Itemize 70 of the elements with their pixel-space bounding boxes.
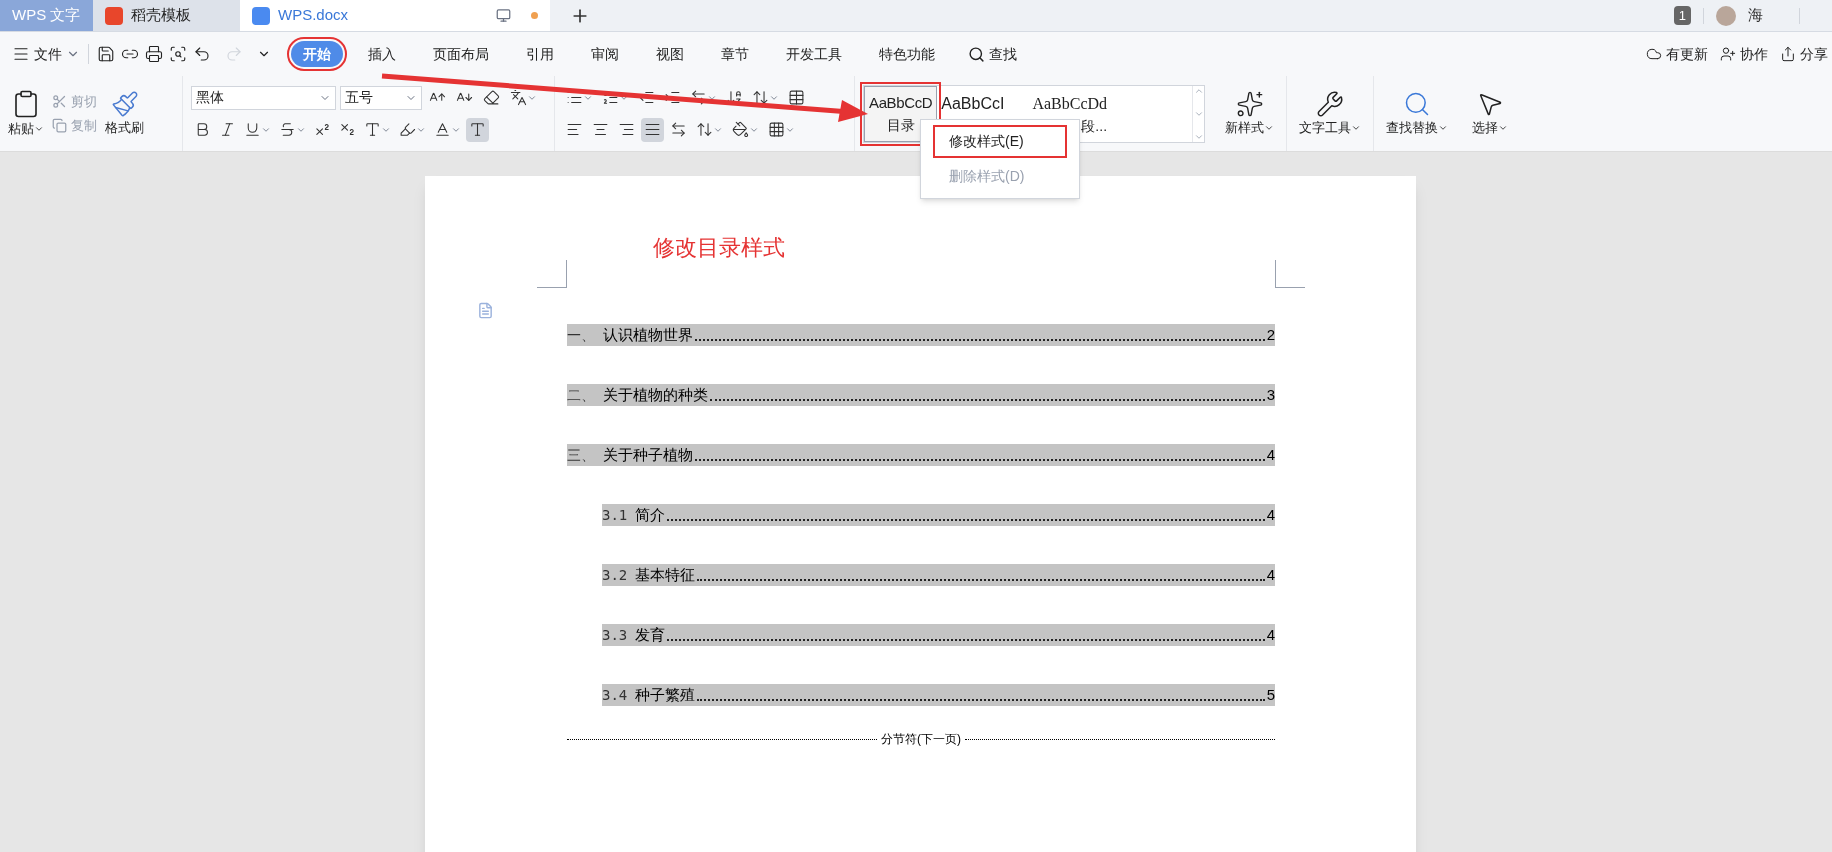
- toc-number: 一、: [567, 326, 595, 345]
- ribbon-tab[interactable]: 开发工具: [774, 41, 854, 67]
- find-button[interactable]: 查找: [968, 43, 1017, 65]
- paste-button[interactable]: 粘贴: [8, 88, 44, 139]
- toc-entry-title: 关于种子植物: [603, 444, 693, 465]
- toc-entry-title: 发育: [635, 624, 666, 645]
- new-style-button[interactable]: 新样式: [1213, 76, 1287, 151]
- document-heading: 修改目录样式: [653, 234, 786, 262]
- toc-page-number: 3: [1266, 384, 1275, 405]
- toc-entry-title: 种子繁殖: [635, 684, 696, 705]
- toc-page-number: 4: [1266, 624, 1275, 645]
- add-user-icon: [1720, 46, 1736, 62]
- print-icon[interactable]: [145, 45, 163, 63]
- save-icon[interactable]: [97, 45, 115, 63]
- action-button[interactable]: 分享: [1780, 43, 1828, 65]
- cloud-icon: [1646, 46, 1662, 62]
- margin-corner-mark: [537, 260, 567, 288]
- font-size-dropdown[interactable]: 五号: [340, 85, 422, 110]
- ribbon-tab[interactable]: 引用: [514, 41, 566, 67]
- share-icon: [1780, 46, 1796, 62]
- font-name-dropdown[interactable]: 黑体: [191, 85, 336, 110]
- ribbon-tab[interactable]: 章节: [709, 41, 761, 67]
- gallery-scrollbar[interactable]: [1192, 85, 1204, 142]
- scissors-icon: [52, 94, 67, 110]
- ribbon-tab[interactable]: 插入: [356, 41, 408, 67]
- character-shading-icon[interactable]: [466, 117, 489, 142]
- print-preview-icon[interactable]: [169, 45, 187, 63]
- flame-logo-icon: [105, 6, 123, 25]
- wrench-icon: [1316, 89, 1344, 118]
- margin-corner-mark: [1275, 260, 1305, 288]
- toc-number: 3.2: [602, 566, 628, 585]
- sparkle-icon: [1235, 89, 1264, 118]
- toc-entry-title: 基本特征: [635, 564, 696, 585]
- ribbon-tab[interactable]: 页面布局: [421, 41, 501, 67]
- toc-page-number: 4: [1266, 444, 1275, 465]
- tool-button[interactable]: 查找替换: [1374, 76, 1460, 151]
- notification-badge: 1: [1673, 5, 1691, 26]
- ribbon-tab[interactable]: 视图: [644, 41, 696, 67]
- toc-number: 三、: [567, 446, 595, 465]
- tool-button[interactable]: 文字工具: [1287, 76, 1374, 151]
- toc-page-number: 4: [1266, 564, 1275, 585]
- undo-icon[interactable]: [193, 45, 211, 63]
- section-break-label: 分节符(下一页): [880, 731, 962, 748]
- toc-page-number: 2: [1266, 324, 1275, 345]
- user-name: 海: [1748, 5, 1763, 26]
- toc-page-number: 4: [1266, 504, 1275, 525]
- toc-number: 3.1: [602, 506, 628, 525]
- title-tab[interactable]: 稻壳模板: [93, 0, 240, 31]
- toc-number: 二、: [567, 386, 595, 405]
- justify-icon[interactable]: [641, 117, 664, 142]
- toc-page-number: 5: [1266, 684, 1275, 705]
- ribbon-tab[interactable]: 审阅: [579, 41, 631, 67]
- toc-number: 3.3: [602, 626, 628, 645]
- copy-icon: [52, 117, 67, 133]
- document-logo-icon: [252, 6, 270, 25]
- toc-number: 3.4: [602, 686, 628, 705]
- format-painter-button[interactable]: 格式刷: [105, 89, 144, 138]
- action-button[interactable]: 协作: [1720, 43, 1768, 65]
- toc-entry-title: 简介: [635, 504, 666, 525]
- ribbon-tab[interactable]: 特色功能: [867, 41, 947, 67]
- toc-entry-title: 关于植物的种类: [603, 384, 708, 405]
- file-menu[interactable]: 文件: [12, 43, 80, 65]
- toc-entry-title: 认识植物世界: [603, 324, 693, 345]
- paintbrush-icon: [110, 89, 139, 118]
- tool-button[interactable]: 选择: [1460, 76, 1520, 151]
- search-icon: [968, 45, 985, 63]
- title-tab[interactable]: WPS.docx: [240, 0, 550, 31]
- monitor-icon[interactable]: [496, 8, 511, 23]
- action-button[interactable]: 有更新: [1646, 43, 1708, 65]
- menu-icon: [12, 45, 30, 63]
